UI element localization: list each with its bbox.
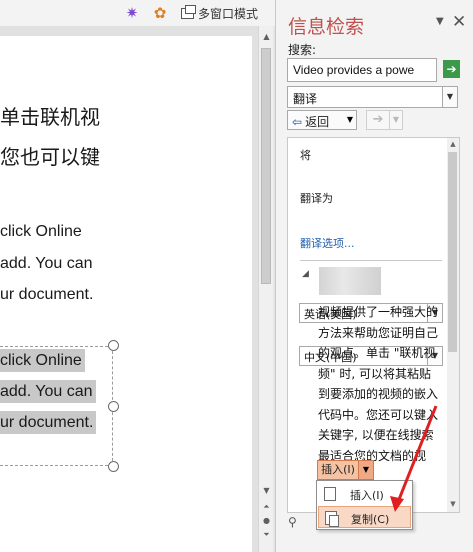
forward-button: ➔: [366, 110, 390, 130]
results-panel: 将 英语(美国) ▼ 翻译为 中文(中国) ▼ 翻译选项... ◢ 视频提供了一…: [287, 137, 458, 513]
service-select-value: 翻译: [293, 92, 318, 106]
results-scrollbar[interactable]: ▲ ▼: [447, 137, 460, 513]
menu-item-insert[interactable]: 插入(I): [318, 483, 411, 505]
menu-item-insert-label: 插入(I): [350, 489, 384, 502]
insert-icon: [324, 487, 336, 501]
doc-text-line: 单击联机视: [0, 105, 100, 129]
document-scrollbar[interactable]: ▲ ▼ ⏶ ● ⏷: [258, 26, 273, 552]
scroll-down-arrow[interactable]: ▼: [447, 500, 459, 508]
translation-result: 视频提供了一种强大的方法来帮助您证明自己的观点。单击 "联机视频" 时, 可以将…: [318, 305, 439, 483]
search-go-button[interactable]: ➔: [443, 60, 460, 78]
pane-title: 信息检索: [288, 16, 365, 38]
translation-options-link[interactable]: 翻译选项...: [300, 235, 355, 251]
menu-item-copy[interactable]: 复制(C): [318, 506, 411, 528]
back-label: 返回: [305, 115, 330, 129]
document-page[interactable]: 单击联机视 您也可以键 click Online add. You can ur…: [0, 36, 252, 552]
window-icon: [181, 4, 196, 19]
search-input[interactable]: Video provides a powe: [287, 58, 437, 82]
scroll-down-arrow[interactable]: ▼: [259, 484, 274, 498]
resize-handle[interactable]: [108, 340, 119, 351]
select-browse-icon[interactable]: ●: [259, 514, 274, 528]
next-page-icon[interactable]: ⏷: [259, 528, 274, 542]
service-select[interactable]: 翻译 ▼: [287, 86, 458, 108]
insert-dropdown-arrow[interactable]: ▼: [359, 460, 374, 480]
scroll-up-arrow[interactable]: ▲: [447, 140, 459, 148]
back-button[interactable]: ⇦ 返回: [287, 110, 345, 130]
scroll-up-arrow[interactable]: ▲: [259, 30, 274, 44]
back-arrow-icon: ⇦: [292, 115, 303, 129]
document-area: 单击联机视 您也可以键 click Online add. You can ur…: [0, 26, 258, 552]
selected-text-line: add. You can: [0, 380, 96, 403]
top-toolbar: ✷ ✿ 多窗口模式: [0, 0, 275, 26]
forward-history-dropdown: ▼: [390, 110, 403, 130]
copy-icon: [325, 511, 339, 527]
resize-handle[interactable]: [108, 401, 119, 412]
doc-text-line: ur document.: [0, 286, 94, 303]
back-history-dropdown[interactable]: ▼: [344, 110, 357, 130]
from-label: 将: [300, 149, 311, 162]
to-label: 翻译为: [300, 192, 333, 205]
research-options-icon[interactable]: ⚲: [288, 515, 297, 529]
resize-handle[interactable]: [108, 461, 119, 472]
close-icon[interactable]: ✕: [452, 12, 466, 32]
gear-icon[interactable]: ✿: [151, 4, 169, 22]
insert-menu: 插入(I) 复制(C): [316, 480, 413, 530]
scrollbar-thumb[interactable]: [448, 152, 457, 352]
doc-text-line: add. You can: [0, 255, 93, 272]
pane-options-icon[interactable]: ▼: [436, 16, 444, 27]
chevron-down-icon: ▼: [442, 87, 457, 107]
selected-text-line: click Online: [0, 349, 85, 372]
service-logo: [319, 267, 381, 295]
divider: [300, 260, 442, 261]
doc-text-line: click Online: [0, 223, 82, 240]
insert-button[interactable]: 插入(I): [317, 460, 359, 480]
doc-text-line: 您也可以键: [0, 145, 100, 169]
menu-item-copy-label: 复制(C): [351, 513, 390, 526]
multi-window-button[interactable]: 多窗口模式: [181, 4, 258, 22]
research-pane: 信息检索 ▼ ✕ 搜索: Video provides a powe ➔ 翻译 …: [275, 0, 473, 552]
star-icon[interactable]: ✷: [123, 4, 141, 22]
collapse-triangle-icon[interactable]: ◢: [302, 269, 309, 279]
selected-text-line: ur document.: [0, 411, 97, 434]
scrollbar-thumb[interactable]: [261, 48, 271, 284]
multi-window-label: 多窗口模式: [198, 6, 259, 21]
search-label: 搜索:: [288, 43, 317, 57]
prev-page-icon[interactable]: ⏶: [259, 500, 274, 514]
